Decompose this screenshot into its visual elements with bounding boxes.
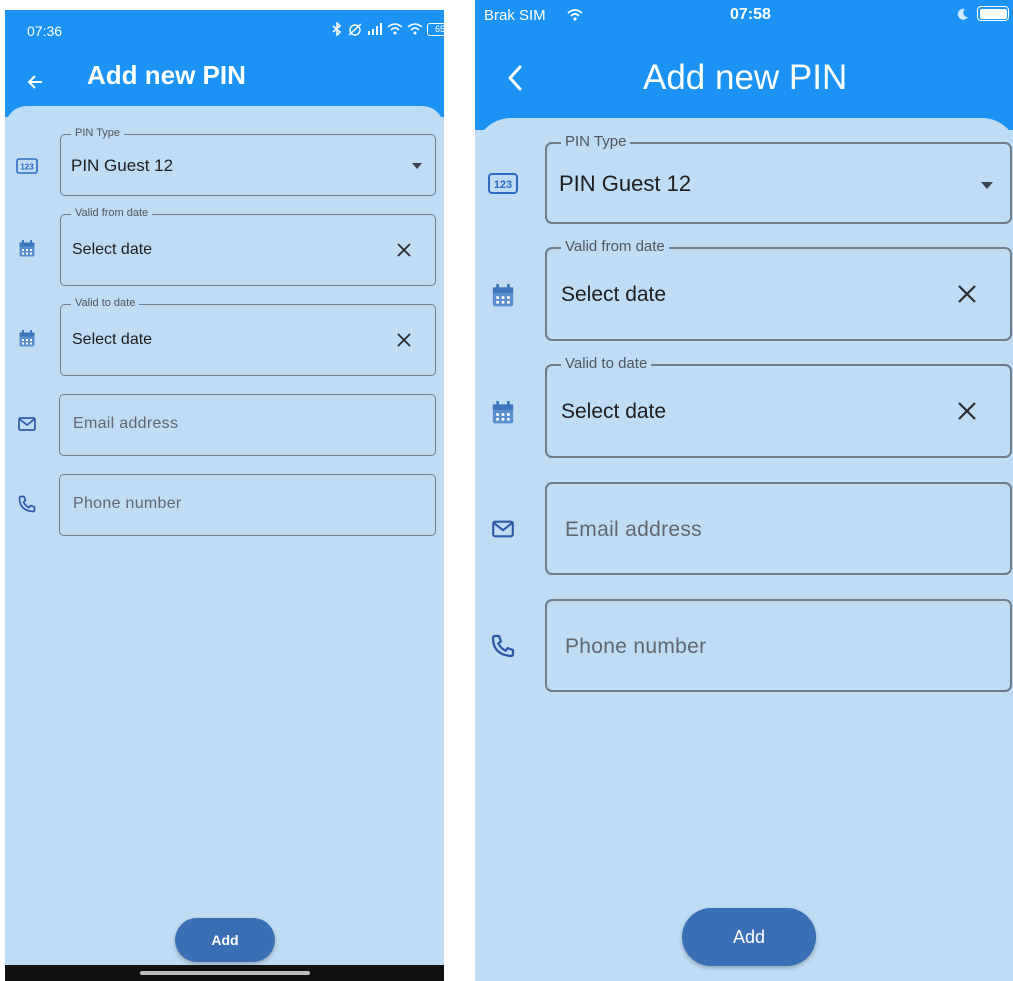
numeric-123-icon: 123	[15, 154, 39, 178]
phone-field[interactable]: Phone number	[545, 599, 1012, 692]
status-icons: 65	[331, 22, 444, 36]
email-placeholder: Email address	[73, 415, 179, 432]
pin-type-value: PIN Guest 12	[559, 171, 692, 196]
svg-text:123: 123	[20, 163, 34, 172]
envelope-icon	[15, 412, 39, 436]
valid-from-date-field[interactable]: Valid from date Select date	[545, 238, 1012, 341]
valid-to-date-field[interactable]: Valid to date Select date	[60, 297, 436, 376]
wifi-icon-2	[407, 23, 423, 35]
calendar-icon	[487, 396, 519, 428]
calendar-icon	[16, 327, 38, 349]
alarm-off-icon	[348, 23, 362, 36]
add-button[interactable]: Add	[682, 908, 816, 966]
valid-from-date-field[interactable]: Valid from date Select date	[60, 207, 436, 286]
calendar-icon	[16, 237, 38, 259]
valid-from-label: Valid from date	[561, 238, 669, 255]
envelope-icon	[487, 514, 519, 544]
home-indicator[interactable]	[140, 971, 310, 975]
phone-placeholder: Phone number	[565, 635, 707, 658]
valid-from-label: Valid from date	[71, 207, 153, 219]
status-time: 07:36	[27, 23, 63, 39]
valid-from-value: Select date	[72, 241, 153, 258]
pin-type-dropdown[interactable]: PIN Type PIN Guest 12	[545, 133, 1012, 224]
clear-valid-to-button[interactable]	[393, 329, 415, 351]
pin-type-label: PIN Type	[561, 133, 631, 150]
pin-type-dropdown[interactable]: PIN Type PIN Guest 12	[60, 127, 436, 196]
app-bar: Brak SIM 07:58 Add new PIN	[475, 0, 1013, 130]
page-title: Add new PIN	[643, 58, 848, 97]
system-nav-bar	[5, 965, 444, 981]
close-icon	[397, 243, 411, 257]
status-time: 07:58	[730, 6, 771, 23]
valid-to-value: Select date	[561, 400, 667, 423]
clear-valid-from-button[interactable]	[393, 239, 415, 261]
caret-down-icon	[409, 158, 425, 174]
phone-field[interactable]: Phone number	[59, 474, 436, 536]
caret-down-icon	[978, 176, 996, 194]
close-icon	[958, 402, 976, 420]
phone-placeholder: Phone number	[73, 495, 182, 512]
svg-text:123: 123	[494, 179, 512, 191]
calendar-icon	[487, 279, 519, 311]
clear-valid-from-button[interactable]	[954, 281, 980, 307]
valid-to-label: Valid to date	[561, 355, 652, 372]
pin-type-value: PIN Guest 12	[71, 156, 174, 175]
back-button[interactable]	[19, 66, 51, 98]
wifi-icon	[387, 23, 403, 35]
phone-icon	[15, 492, 39, 516]
wifi-icon	[567, 9, 583, 21]
form-sheet: 123 PIN Type PIN Guest 12 Valid from dat…	[475, 118, 1013, 981]
valid-to-value: Select date	[72, 331, 153, 348]
ios-screen: Brak SIM 07:58 Add new PIN 123 PIN Type …	[475, 0, 1013, 981]
phone-icon	[487, 630, 519, 662]
email-field[interactable]: Email address	[59, 394, 436, 456]
app-bar: 07:36 65 Add new PIN	[5, 10, 444, 117]
email-placeholder: Email address	[565, 518, 702, 541]
chevron-back-icon	[508, 65, 522, 91]
email-field[interactable]: Email address	[545, 482, 1012, 575]
back-button[interactable]	[495, 58, 535, 98]
pin-type-label: PIN Type	[71, 127, 125, 139]
arrow-back-icon	[27, 75, 42, 89]
numeric-123-icon: 123	[485, 170, 521, 196]
valid-from-value: Select date	[561, 283, 667, 306]
moon-icon	[957, 8, 968, 20]
add-button[interactable]: Add	[175, 918, 275, 962]
valid-to-label: Valid to date	[71, 297, 140, 309]
battery-icon: 65	[427, 22, 444, 36]
bluetooth-icon	[332, 22, 342, 36]
android-screen: 07:36 65 Add new PIN 123 PIN Type PIN Gu…	[5, 10, 444, 981]
clear-valid-to-button[interactable]	[954, 398, 980, 424]
close-icon	[958, 285, 976, 303]
valid-to-date-field[interactable]: Valid to date Select date	[545, 355, 1012, 458]
signal-icon	[368, 23, 382, 35]
battery-icon	[977, 6, 1009, 21]
status-carrier: Brak SIM	[484, 7, 546, 24]
form-sheet: 123 PIN Type PIN Guest 12 Valid from dat…	[5, 106, 444, 981]
close-icon	[397, 333, 411, 347]
battery-level: 65	[434, 24, 444, 34]
page-title: Add new PIN	[87, 60, 246, 90]
